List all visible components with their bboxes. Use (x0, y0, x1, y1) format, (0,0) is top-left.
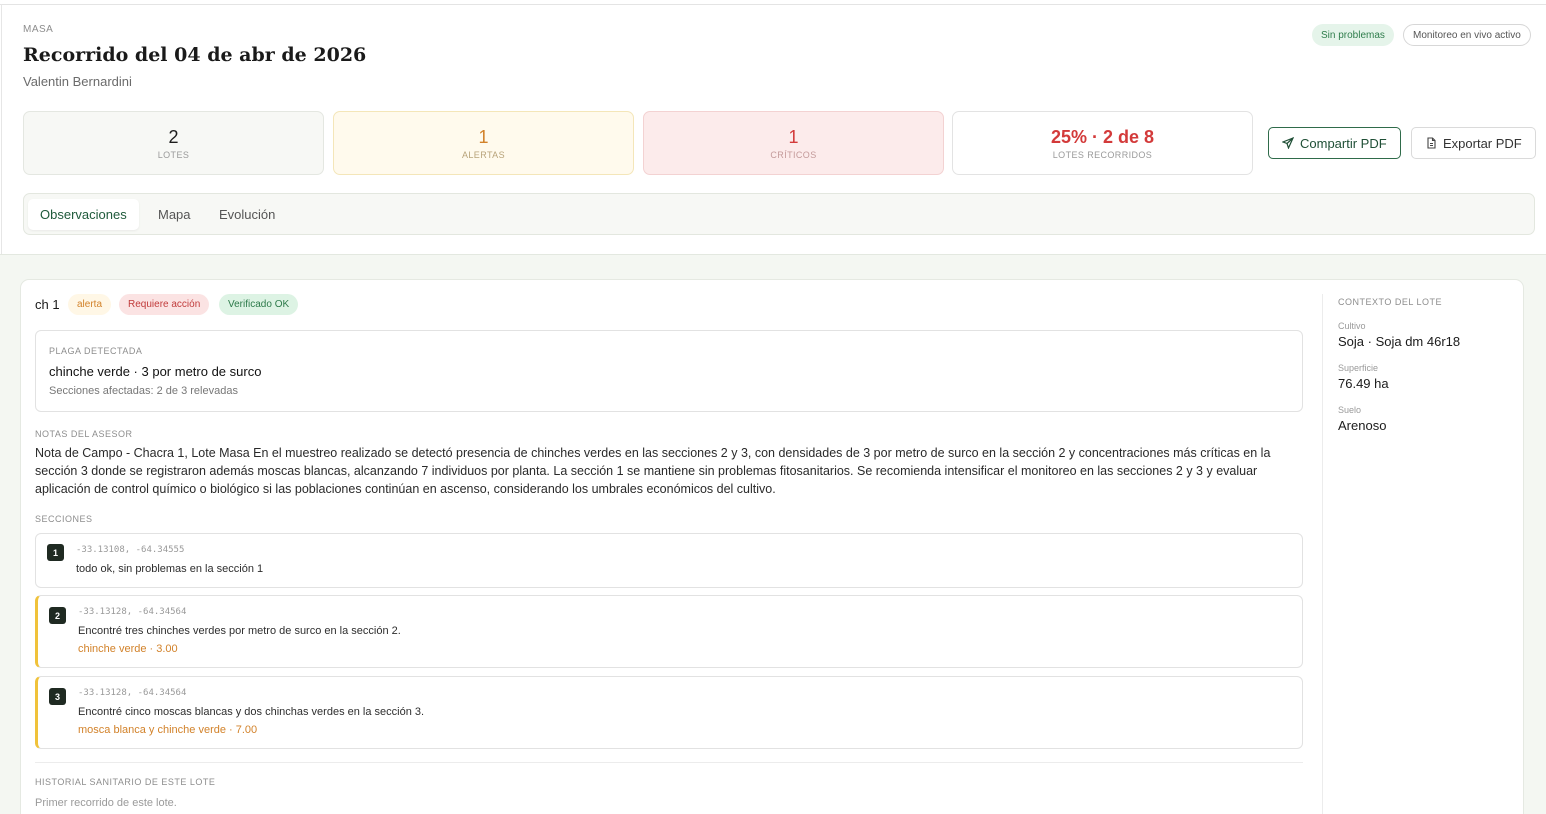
page-title: Recorrido del 04 de abr de 2026 (23, 44, 367, 66)
author-name: Valentin Bernardini (23, 74, 132, 89)
left-edge (1, 4, 2, 254)
stat-lotes-label: LOTES (157, 149, 190, 160)
tab-evolucion[interactable]: Evolución (207, 199, 287, 230)
soil-key: Suelo (1338, 405, 1362, 415)
stat-lotes-value: 2 (168, 126, 179, 147)
section-coords: -33.13108, -64.34555 (76, 545, 185, 555)
export-pdf-label: Exportar PDF (1443, 135, 1522, 151)
stat-recorridos: 25% · 2 de 8 LOTES RECORRIDOS (952, 111, 1253, 175)
org-name: MASA (23, 24, 54, 35)
lote-card: ch 1 alerta Requiere acción Verificado O… (20, 279, 1524, 814)
section-number: 1 (47, 544, 64, 561)
section-item: 2 -33.13128, -64.34564 Encontré tres chi… (35, 595, 1303, 668)
soil-value: Arenoso (1338, 418, 1387, 433)
crop-key: Cultivo (1338, 321, 1366, 331)
tab-bar: Observaciones Mapa Evolución (23, 193, 1535, 235)
stat-alertas: 1 ALERTAS (333, 111, 634, 175)
section-text: Encontré cinco moscas blancas y dos chin… (78, 706, 425, 718)
section-item: 3 -33.13128, -64.34564 Encontré cinco mo… (35, 676, 1303, 749)
stat-criticos-label: CRÍTICOS (770, 149, 817, 160)
section-item: 1 -33.13108, -64.34555 todo ok, sin prob… (35, 533, 1303, 588)
section-coords: -33.13128, -64.34564 (78, 607, 187, 617)
advisor-notes: Nota de Campo - Chacra 1, Lote Masa En e… (35, 446, 1271, 496)
pest-sections: Secciones afectadas: 2 de 3 relevadas (49, 385, 238, 397)
share-pdf-button[interactable]: Compartir PDF (1268, 127, 1401, 159)
history-divider (35, 762, 1303, 763)
crop-value: Soja · Soja dm 46r18 (1338, 334, 1461, 349)
history-label: HISTORIAL SANITARIO DE ESTE LOTE (35, 777, 216, 787)
stat-recorridos-label: LOTES RECORRIDOS (1052, 149, 1153, 160)
tab-mapa[interactable]: Mapa (146, 199, 203, 230)
lote-name: ch 1 (35, 297, 60, 312)
section-number: 2 (49, 607, 66, 624)
section-coords: -33.13128, -64.34564 (78, 688, 187, 698)
stat-alertas-value: 1 (478, 126, 489, 147)
tab-observaciones[interactable]: Observaciones (28, 199, 139, 230)
status-badge: Sin problemas (1312, 24, 1394, 46)
pest-detected-box: PLAGA DETECTADA chinche verde · 3 por me… (35, 330, 1303, 412)
pest-label: PLAGA DETECTADA (49, 346, 143, 356)
sections-label: SECCIONES (35, 514, 93, 524)
pest-summary: chinche verde · 3 por metro de surco (49, 364, 262, 379)
send-icon (1282, 137, 1294, 149)
stat-criticos-value: 1 (788, 126, 799, 147)
action-required-badge: Requiere acción (119, 294, 210, 315)
lote-context-panel: CONTEXTO DEL LOTE Cultivo Soja · Soja dm… (1322, 294, 1512, 814)
stat-recorridos-value: 25% · 2 de 8 (1050, 126, 1155, 147)
area-key: Superficie (1338, 363, 1379, 373)
history-text: Primer recorrido de este lote. (35, 797, 177, 809)
stat-alertas-label: ALERTAS (462, 149, 505, 160)
alert-badge: alerta (68, 294, 112, 315)
section-text: todo ok, sin problemas en la sección 1 (76, 563, 264, 575)
section-number: 3 (49, 688, 66, 705)
stat-lotes: 2 LOTES (23, 111, 324, 175)
document-icon (1427, 137, 1436, 149)
section-text: Encontré tres chinches verdes por metro … (78, 625, 401, 637)
page-header: MASA Recorrido del 04 de abr de 2026 Val… (0, 5, 1546, 255)
share-pdf-label: Compartir PDF (1300, 135, 1387, 151)
section-pest-tag: mosca blanca y chinche verde · 7.00 (78, 724, 258, 736)
live-monitoring-badge: Monitoreo en vivo activo (1403, 24, 1531, 46)
context-label: CONTEXTO DEL LOTE (1338, 297, 1443, 307)
export-pdf-button[interactable]: Exportar PDF (1411, 127, 1536, 159)
verified-badge: Verificado OK (219, 294, 299, 315)
advisor-notes-label: NOTAS DEL ASESOR (35, 429, 133, 439)
stat-criticos: 1 CRÍTICOS (643, 111, 944, 175)
section-pest-tag: chinche verde · 3.00 (78, 643, 178, 655)
area-value: 76.49 ha (1338, 376, 1389, 391)
